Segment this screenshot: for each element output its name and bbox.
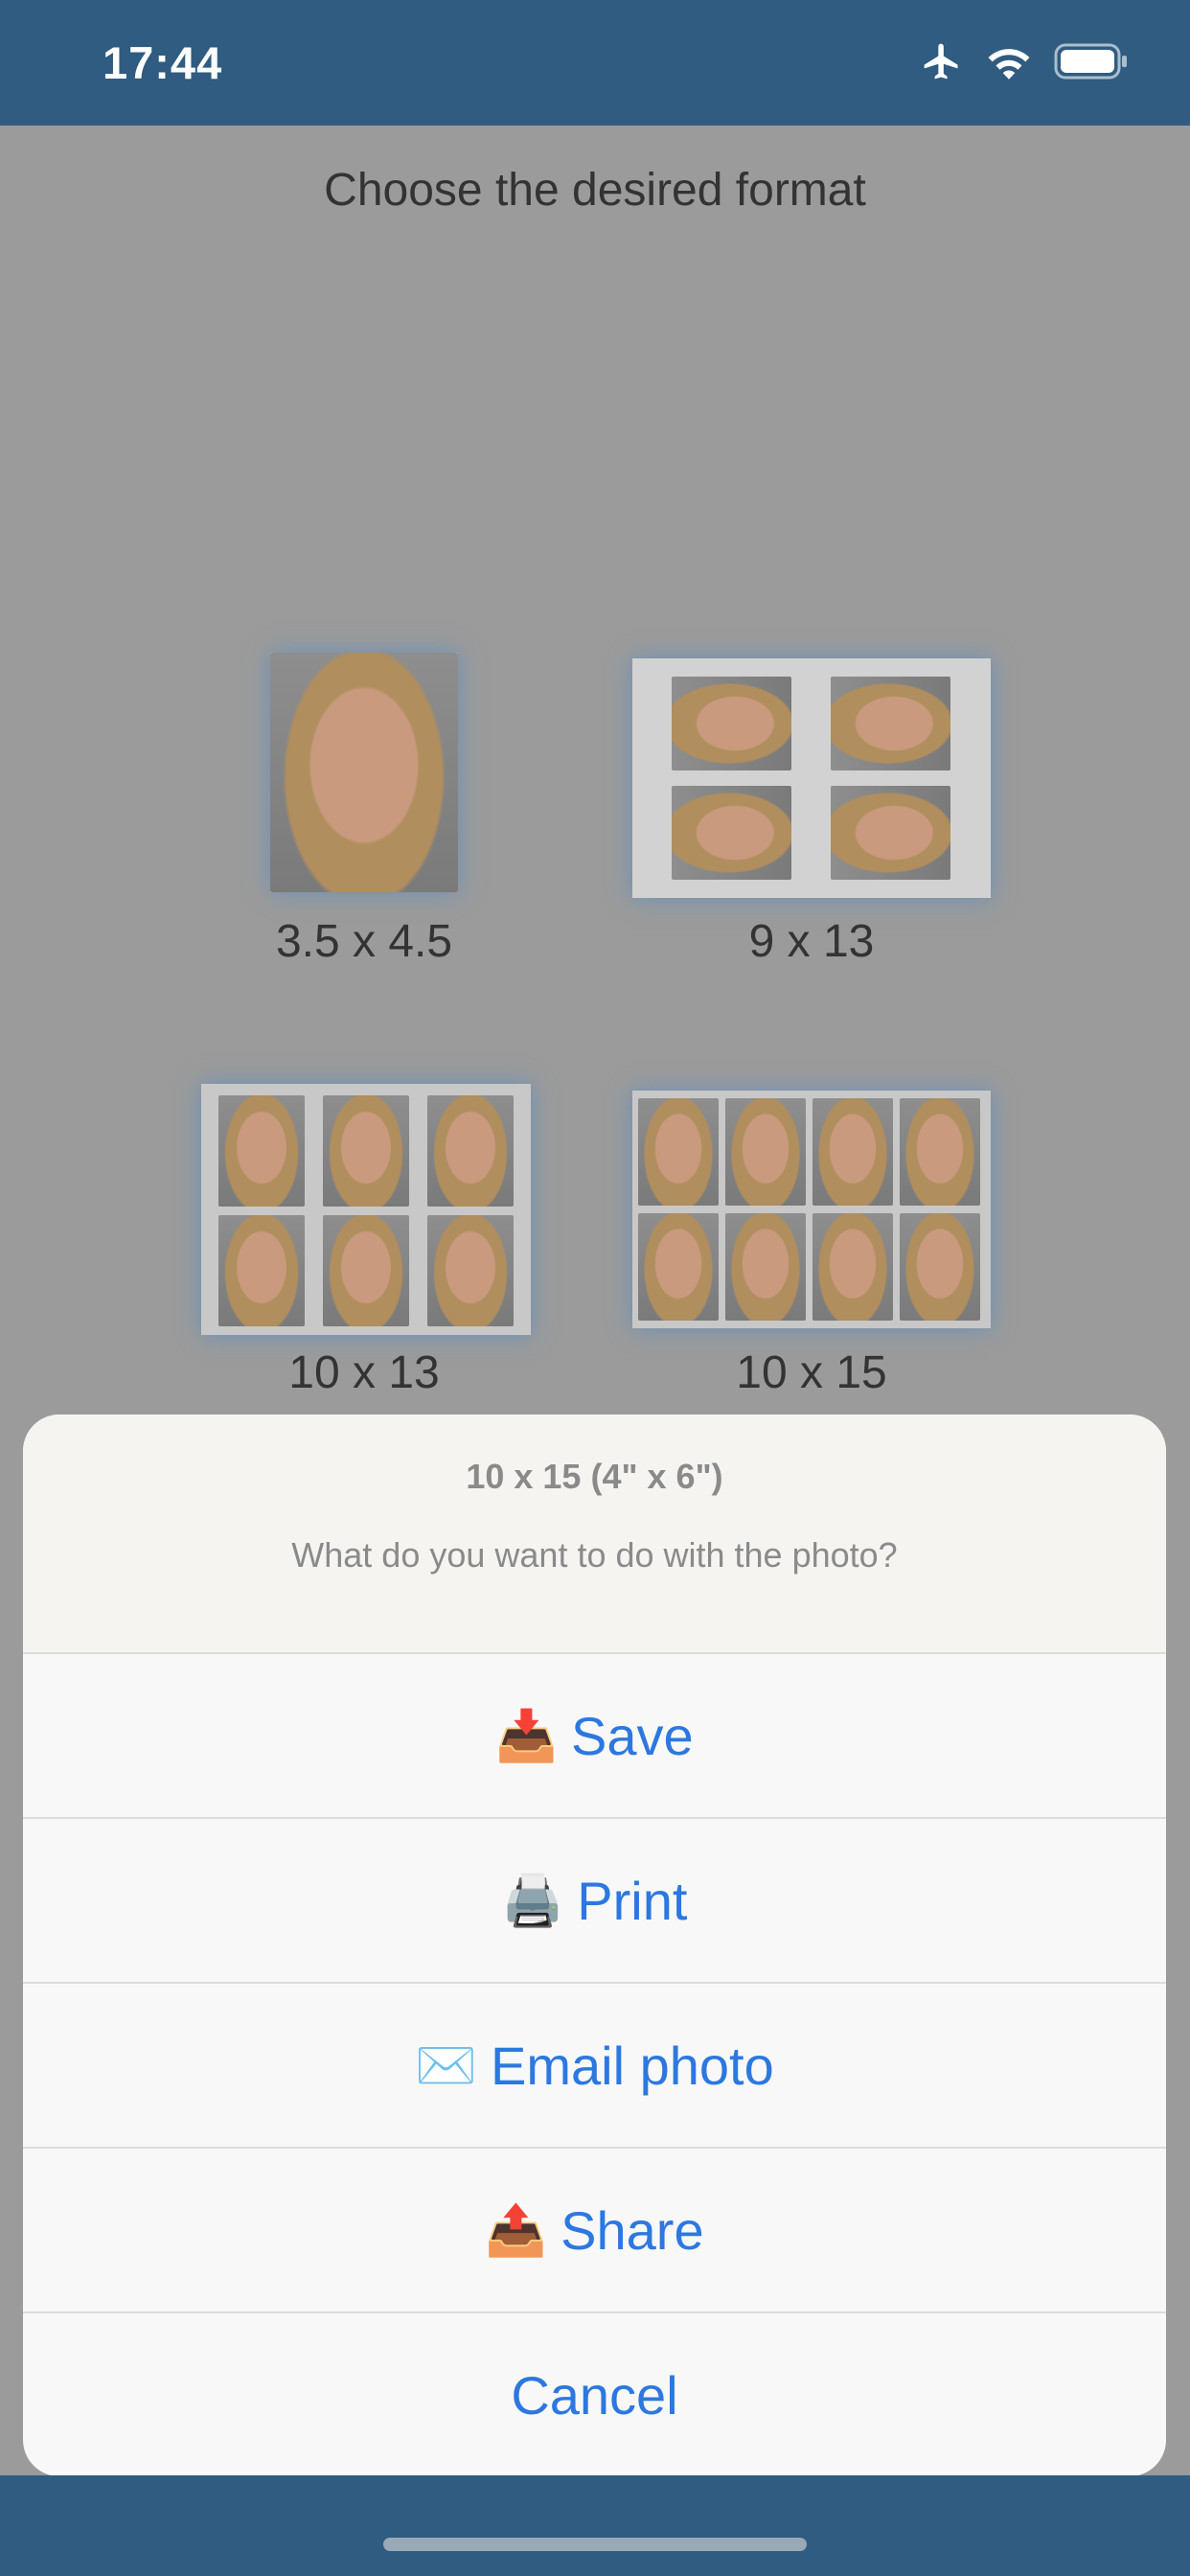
cancel-button[interactable]: Cancel — [23, 2312, 1166, 2476]
email-photo-label: Email photo — [491, 2036, 774, 2096]
portrait-photo — [218, 1095, 305, 1207]
portrait-photo — [638, 1098, 719, 1206]
status-icons — [920, 42, 1129, 84]
battery-icon — [1054, 42, 1129, 85]
format-thumbnail[interactable] — [270, 653, 458, 892]
email-photo-button[interactable]: ✉️ Email photo — [23, 1982, 1166, 2148]
portrait-photo — [427, 1215, 514, 1326]
portrait-photo — [831, 786, 950, 880]
portrait-photo — [900, 1213, 980, 1321]
portrait-photo — [672, 677, 791, 770]
format-label: 10 x 15 — [736, 1347, 887, 1398]
print-button[interactable]: 🖨️ Print — [23, 1817, 1166, 1983]
share-button[interactable]: 📤 Share — [23, 2147, 1166, 2312]
portrait-photo — [831, 677, 950, 770]
airplane-mode-icon — [920, 40, 964, 87]
format-thumbnail[interactable] — [632, 1091, 991, 1328]
portrait-photo — [638, 1213, 719, 1321]
portrait-photo — [427, 1095, 514, 1207]
print-label: Print — [577, 1871, 688, 1931]
printer-icon: 🖨️ — [501, 1874, 564, 1929]
portrait-photo — [323, 1215, 409, 1326]
format-label: 9 x 13 — [748, 916, 875, 967]
wifi-icon — [985, 42, 1033, 85]
page-title: Choose the desired format — [324, 165, 866, 216]
format-thumbnail[interactable] — [201, 1084, 531, 1335]
format-thumbnail[interactable] — [632, 658, 991, 898]
inbox-tray-icon: 📥 — [495, 1709, 559, 1764]
action-sheet-title: 10 x 15 (4" x 6") — [466, 1457, 723, 1496]
action-sheet-header: 10 x 15 (4" x 6") What do you want to do… — [23, 1414, 1166, 1652]
envelope-icon: ✉️ — [415, 2038, 477, 2094]
format-label: 10 x 13 — [288, 1347, 440, 1398]
cancel-label: Cancel — [511, 2365, 678, 2426]
outbox-tray-icon: 📤 — [485, 2203, 548, 2259]
bottom-bar — [0, 2475, 1190, 2576]
portrait-photo — [812, 1213, 893, 1321]
portrait-photo — [812, 1098, 893, 1206]
action-sheet-message: What do you want to do with the photo? — [291, 1535, 898, 1575]
home-indicator[interactable] — [383, 2538, 807, 2551]
portrait-photo — [270, 653, 458, 892]
portrait-photo — [218, 1215, 305, 1326]
save-label: Save — [571, 1706, 694, 1766]
format-label: 3.5 x 4.5 — [275, 916, 453, 967]
status-bar: 17:44 — [0, 0, 1190, 126]
share-label: Share — [561, 2200, 704, 2261]
status-time: 17:44 — [103, 37, 223, 88]
save-button[interactable]: 📥 Save — [23, 1652, 1166, 1818]
portrait-photo — [672, 786, 791, 880]
portrait-photo — [323, 1095, 409, 1207]
action-sheet: 10 x 15 (4" x 6") What do you want to do… — [23, 1414, 1166, 2476]
portrait-photo — [725, 1098, 806, 1206]
portrait-photo — [900, 1098, 980, 1206]
portrait-photo — [725, 1213, 806, 1321]
